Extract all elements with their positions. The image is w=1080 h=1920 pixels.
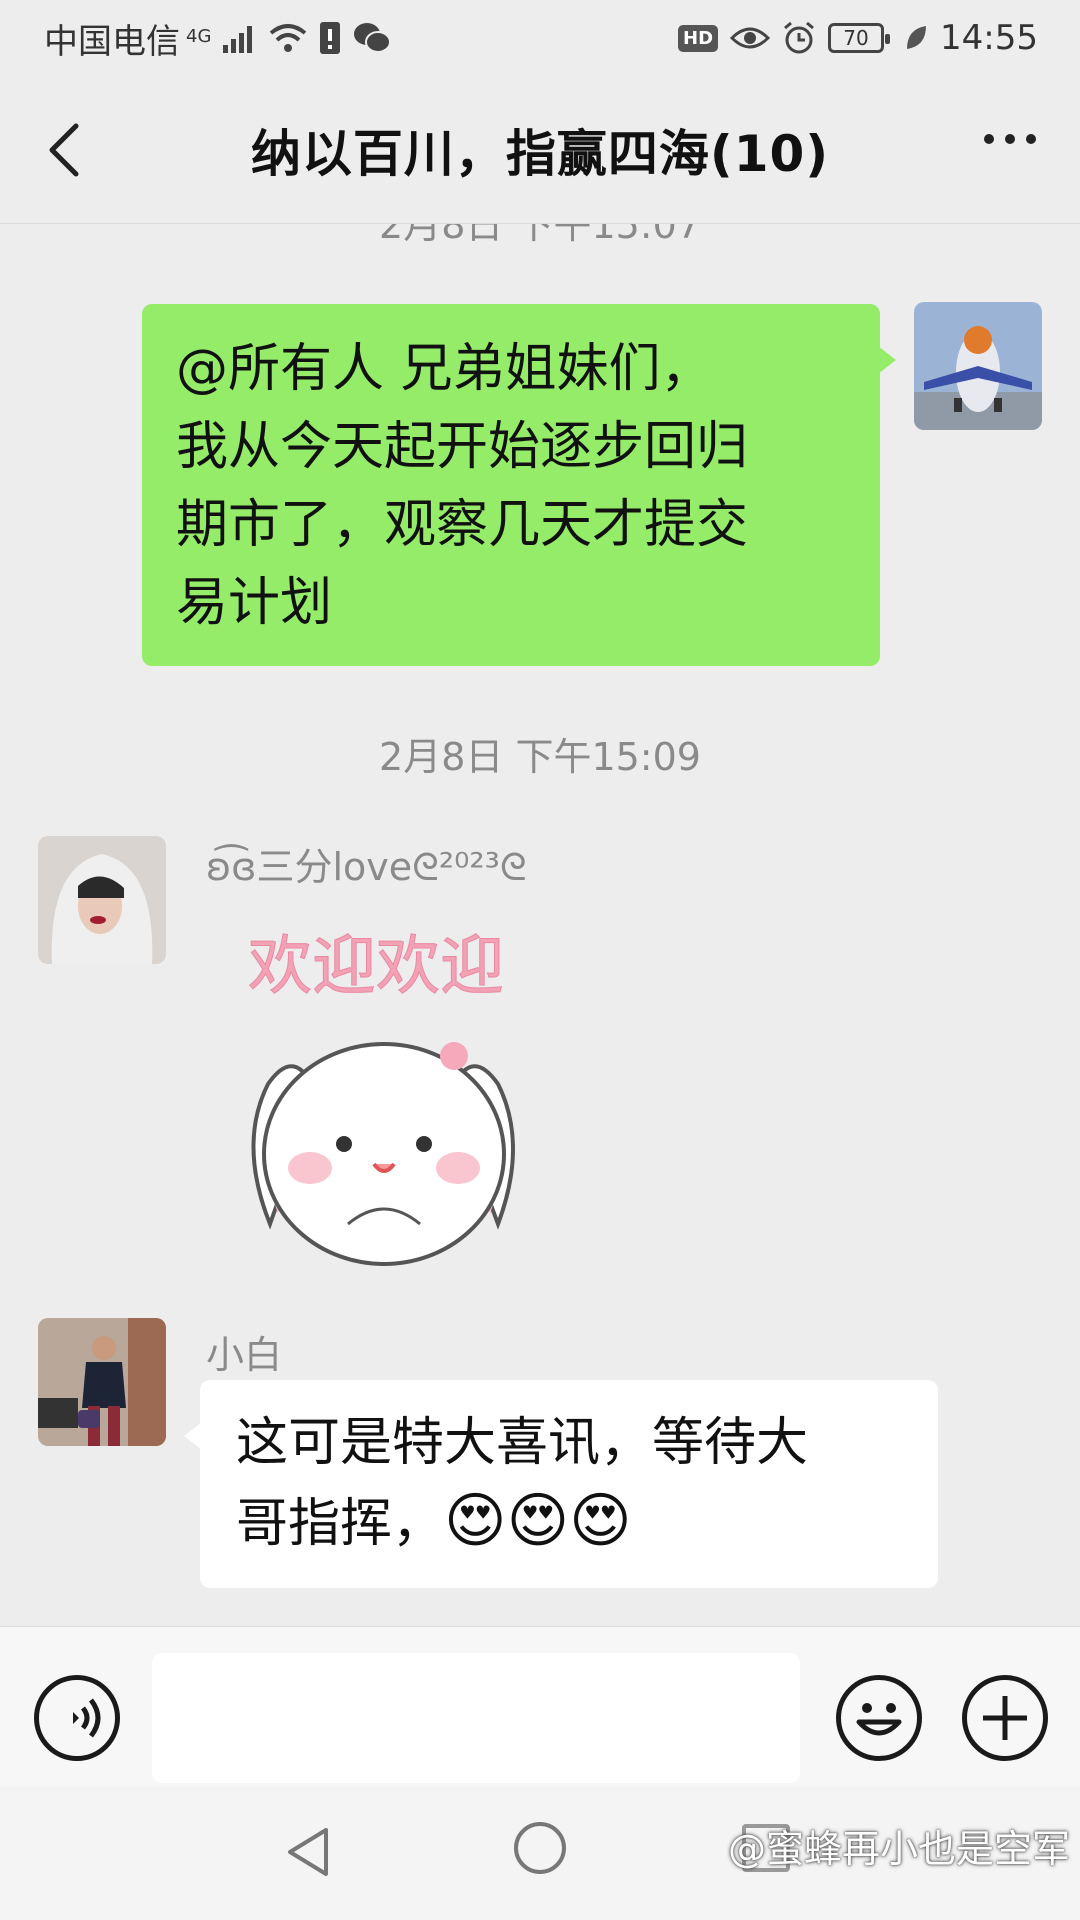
wechat-icon	[354, 23, 392, 53]
airplane-avatar-image	[914, 302, 1042, 430]
message-list[interactable]: 2月8日 下午15:07 @所有人 兄弟姐妹们， 我从今天起开始逐步回归 期市了…	[0, 224, 1080, 1626]
network-type: 4G	[186, 25, 212, 47]
chat-title: 纳以百川，指赢四海(10)	[250, 124, 830, 183]
incoming-message-bubble[interactable]: 这可是特大喜讯，等待大 哥指挥，😍😍😍	[184, 1380, 938, 1588]
sender-name: ʚ͡ɞ三分loveᘓ²⁰²³ᘓ	[206, 845, 527, 889]
more-options-icon[interactable]	[984, 134, 1036, 144]
smiley-icon	[856, 1703, 902, 1736]
sender-name: 小白	[206, 1333, 283, 1377]
battery-indicator: 70	[828, 23, 891, 53]
voice-input-button[interactable]	[34, 1675, 120, 1761]
message-line: 易计划	[176, 573, 333, 633]
sender-avatar[interactable]	[38, 836, 166, 964]
outgoing-message-bubble[interactable]: @所有人 兄弟姐妹们， 我从今天起开始逐步回归 期市了，观察几天才提交 易计划	[142, 304, 896, 666]
message-line-text: 哥指挥，	[236, 1494, 445, 1554]
system-back-icon[interactable]	[282, 1824, 332, 1880]
system-navigation-bar: @蜜蜂再小也是空军	[0, 1786, 1080, 1920]
back-arrow-icon[interactable]	[44, 118, 84, 182]
my-avatar[interactable]	[914, 302, 1042, 430]
status-bar: 中国电信 4G HD 70 14:55	[0, 0, 1080, 76]
timestamp-divider: 2月8日 下午15:07	[379, 224, 701, 247]
sender-avatar[interactable]	[38, 1318, 166, 1446]
carrier-label: 中国电信	[44, 21, 180, 62]
eye-icon	[730, 27, 771, 49]
clock: 14:55	[940, 18, 1038, 58]
sim-alert-icon	[320, 22, 341, 54]
plus-icon	[983, 1696, 1027, 1740]
hd-badge: HD	[678, 24, 719, 52]
message-line: @所有人 兄弟姐妹们，	[176, 339, 713, 399]
chat-header: 纳以百川，指赢四海(10)	[0, 76, 1080, 224]
emoji-button[interactable]	[836, 1675, 922, 1761]
voice-icon	[73, 1698, 101, 1738]
heart-eyes-emoji-icon: 😍😍😍	[444, 1486, 632, 1556]
woman-avatar-image	[38, 836, 166, 964]
status-right: HD 70 14:55	[678, 18, 1038, 58]
bunny-welcome-sticker[interactable]: 欢迎欢迎	[198, 924, 578, 1280]
message-input[interactable]	[152, 1653, 800, 1783]
more-functions-button[interactable]	[962, 1675, 1048, 1761]
wifi-icon	[270, 24, 307, 52]
message-line: 我从今天起开始逐步回归	[176, 417, 749, 477]
sticker-text: 欢迎欢迎	[248, 930, 504, 1004]
man-avatar-image	[38, 1318, 166, 1446]
alarm-icon	[784, 21, 814, 54]
status-left: 中国电信 4G	[44, 14, 392, 63]
wechat-chat-screen: 中国电信 4G HD 70 14:55 纳以百川，指赢四海(10) 2月8日 下…	[0, 0, 1080, 1920]
message-line: 哥指挥，😍😍😍	[236, 1482, 902, 1563]
message-line: 这可是特大喜讯，等待大	[236, 1413, 809, 1473]
signal-icon	[223, 26, 253, 53]
leaf-icon	[907, 26, 927, 49]
system-home-icon[interactable]	[514, 1822, 566, 1874]
watermark: @蜜蜂再小也是空军	[727, 1827, 1070, 1871]
timestamp-divider: 2月8日 下午15:09	[379, 735, 701, 779]
input-bar	[0, 1626, 1080, 1786]
message-line: 期市了，观察几天才提交	[176, 495, 749, 555]
